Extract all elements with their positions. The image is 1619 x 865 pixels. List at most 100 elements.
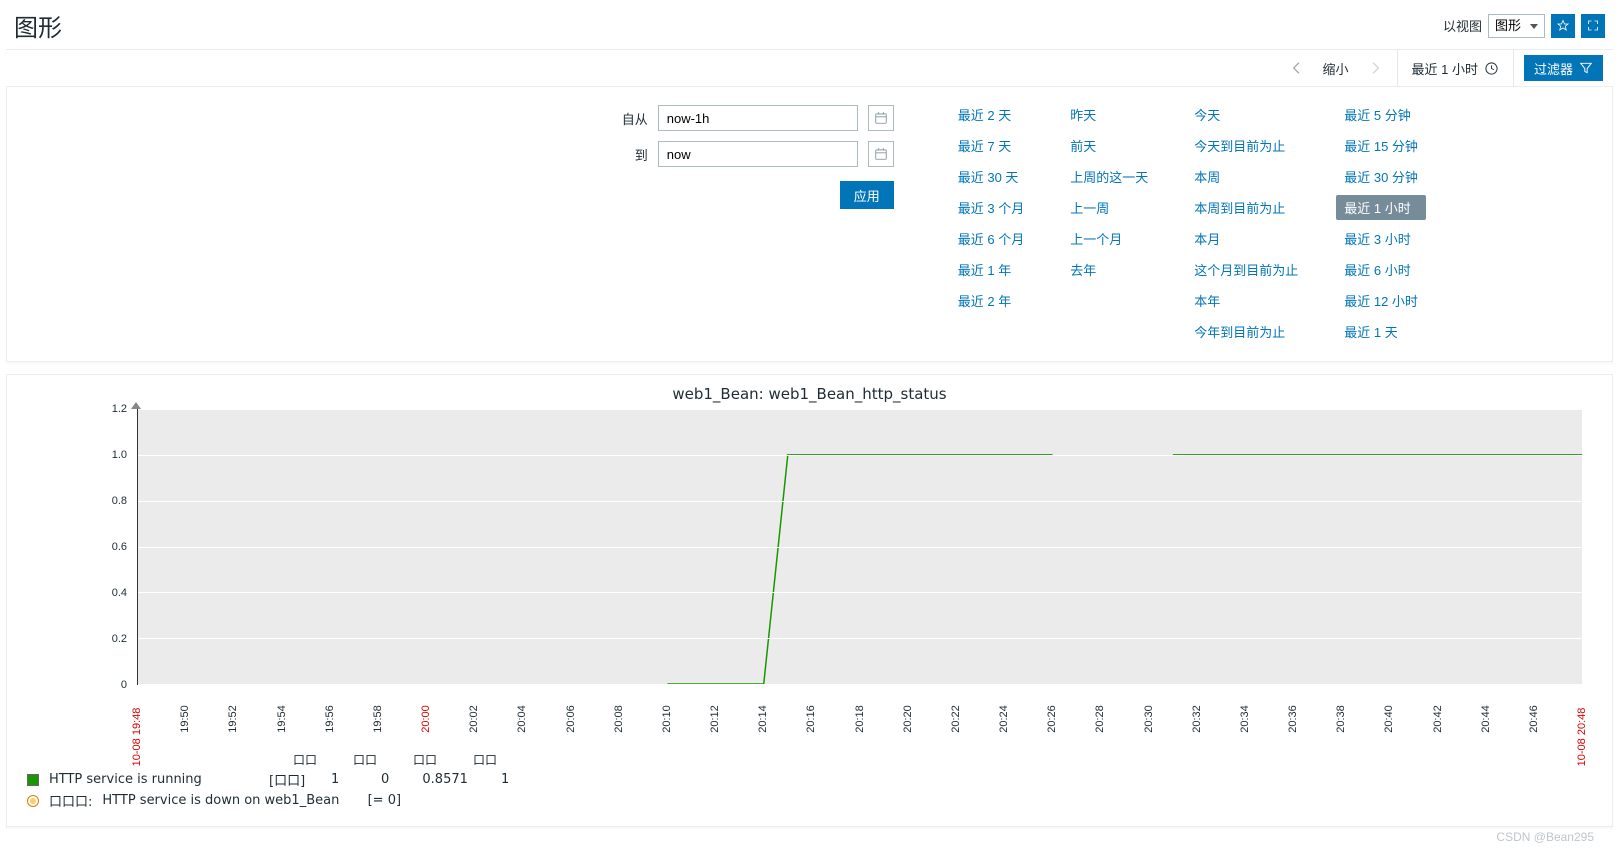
time-preset[interactable]: 本年 <box>1194 291 1298 310</box>
time-preset[interactable]: 今天到目前为止 <box>1194 136 1298 155</box>
x-tick-label: 20:16 <box>805 705 817 733</box>
time-preset[interactable]: 最近 1 天 <box>1344 322 1418 341</box>
time-preset[interactable]: 本月 <box>1194 229 1298 248</box>
chevron-right-icon <box>1367 60 1383 76</box>
time-preset[interactable]: 最近 2 年 <box>958 291 1024 310</box>
time-preset[interactable]: 最近 30 天 <box>958 167 1024 186</box>
stat-max: 1 <box>485 772 525 787</box>
time-preset[interactable]: 最近 6 个月 <box>958 229 1024 248</box>
stat-group-label: [口口] <box>269 770 305 789</box>
y-axis: 00.20.40.60.81.01.2 <box>87 409 133 685</box>
x-tick-label: 20:30 <box>1143 705 1155 733</box>
apply-row: 应用 <box>840 181 894 209</box>
star-icon <box>1557 18 1569 33</box>
time-range-tab[interactable]: 最近 1 小时 <box>1397 50 1514 86</box>
calendar-icon <box>874 111 888 125</box>
stat-header: 口口 <box>285 751 325 768</box>
to-label: 到 <box>608 145 648 164</box>
time-preset[interactable]: 最近 1 年 <box>958 260 1024 279</box>
time-nav: 缩小 <box>1275 50 1397 86</box>
time-presets: 最近 2 天 昨天 今天 最近 5 分钟最近 7 天 前天 今天到目前为止 最近 15 分钟… <box>934 105 1586 341</box>
stat-avg: 0.8571 <box>415 772 475 787</box>
x-tick-label: 20:10 <box>661 705 673 733</box>
from-row: 自从 <box>608 105 894 131</box>
trigger-condition: [= 0] <box>368 793 401 808</box>
time-preset[interactable]: 最近 30 分钟 <box>1344 167 1418 186</box>
from-input[interactable] <box>658 105 858 131</box>
stat-min: 0 <box>365 772 405 787</box>
apply-button[interactable]: 应用 <box>840 181 894 209</box>
time-preset[interactable]: 本周 <box>1194 167 1298 186</box>
time-preset[interactable]: 最近 3 个月 <box>958 198 1024 217</box>
page-title: 图形 <box>14 8 62 43</box>
time-preset[interactable]: 今天 <box>1194 105 1298 124</box>
chart-card: web1_Bean: web1_Bean_http_status 00.20.4… <box>6 374 1613 827</box>
x-tick-label: 19:54 <box>276 705 288 733</box>
time-preset[interactable]: 上一周 <box>1070 198 1148 217</box>
series-name: HTTP service is running <box>49 772 259 787</box>
time-preset[interactable]: 最近 12 小时 <box>1344 291 1418 310</box>
x-tick-label: 20:08 <box>613 705 625 733</box>
time-preset[interactable]: 最近 5 分钟 <box>1344 105 1418 124</box>
time-preset[interactable]: 本周到目前为止 <box>1194 198 1298 217</box>
x-tick-label: 20:20 <box>902 705 914 733</box>
to-row: 到 <box>608 141 894 167</box>
time-preset[interactable]: 这个月到目前为止 <box>1194 260 1298 279</box>
x-tick-label: 19:50 <box>179 705 191 733</box>
time-preset[interactable]: 今年到目前为止 <box>1194 322 1298 341</box>
chevron-left-icon[interactable] <box>1289 60 1305 76</box>
time-preset[interactable]: 前天 <box>1070 136 1148 155</box>
page-header: 图形 以视图 图形 <box>0 0 1619 49</box>
legend: 口口 口口 口口 口口 HTTP service is running [口口]… <box>27 751 1598 810</box>
view-label: 以视图 <box>1443 16 1482 35</box>
time-preset[interactable]: 最近 15 分钟 <box>1344 136 1418 155</box>
time-preset[interactable]: 上一个月 <box>1070 229 1148 248</box>
x-tick-label: 20:26 <box>1046 705 1058 733</box>
time-preset[interactable]: 最近 7 天 <box>958 136 1024 155</box>
x-tick-label: 20:18 <box>854 705 866 733</box>
time-preset[interactable]: 昨天 <box>1070 105 1148 124</box>
zoom-out-button[interactable]: 缩小 <box>1323 59 1349 78</box>
legend-series-row: HTTP service is running [口口] 1 0 0.8571 … <box>27 770 1598 789</box>
filter-button[interactable]: 过滤器 <box>1524 55 1603 81</box>
to-input[interactable] <box>658 141 858 167</box>
filter-label: 过滤器 <box>1534 59 1573 78</box>
clock-icon <box>1484 61 1499 76</box>
x-tick-label: 20:28 <box>1094 705 1106 733</box>
time-form: 自从 到 应用 <box>33 105 934 341</box>
x-tick-label: 20:42 <box>1432 705 1444 733</box>
view-select[interactable]: 图形 <box>1488 14 1545 38</box>
legend-trigger-row: 口口口: HTTP service is down on web1_Bean [… <box>27 791 1598 810</box>
time-range-label: 最近 1 小时 <box>1412 59 1478 78</box>
stat-header: 口口 <box>405 751 445 768</box>
time-preset[interactable]: 最近 1 小时 <box>1336 195 1426 220</box>
time-preset[interactable]: 最近 3 小时 <box>1344 229 1418 248</box>
fullscreen-button[interactable] <box>1581 14 1605 38</box>
trigger-label: HTTP service is down on web1_Bean <box>102 793 339 808</box>
legend-stat-headers: 口口 口口 口口 口口 <box>285 751 1598 768</box>
series-color-swatch <box>27 774 39 786</box>
x-tick-label: 20:22 <box>950 705 962 733</box>
time-toolbar: 缩小 最近 1 小时 过滤器 <box>6 49 1613 87</box>
to-calendar-button[interactable] <box>868 141 894 167</box>
x-tick-label: 20:14 <box>757 705 769 733</box>
favorite-button[interactable] <box>1551 14 1575 38</box>
x-tick-label: 20:24 <box>998 705 1010 733</box>
x-tick-label: 20:00 <box>420 705 432 733</box>
x-tick-label: 20:38 <box>1335 705 1347 733</box>
time-preset[interactable]: 最近 2 天 <box>958 105 1024 124</box>
time-picker-panel: 自从 到 应用 最近 2 天 昨天 今天 最近 5 分钟最近 7 天 前天 今天到目前为止… <box>6 87 1613 362</box>
time-preset[interactable]: 去年 <box>1070 260 1148 279</box>
x-tick-label: 19:56 <box>324 705 336 733</box>
x-tick-label: 20:36 <box>1287 705 1299 733</box>
from-calendar-button[interactable] <box>868 105 894 131</box>
time-preset[interactable]: 最近 6 小时 <box>1344 260 1418 279</box>
x-tick-label: 20:34 <box>1239 705 1251 733</box>
x-tick-label: 20:40 <box>1383 705 1395 733</box>
funnel-icon <box>1579 61 1593 75</box>
stat-header: 口口 <box>345 751 385 768</box>
time-preset[interactable]: 上周的这一天 <box>1070 167 1148 186</box>
x-tick-label: 20:32 <box>1191 705 1203 733</box>
x-tick-label: 20:06 <box>565 705 577 733</box>
expand-icon <box>1587 18 1599 33</box>
